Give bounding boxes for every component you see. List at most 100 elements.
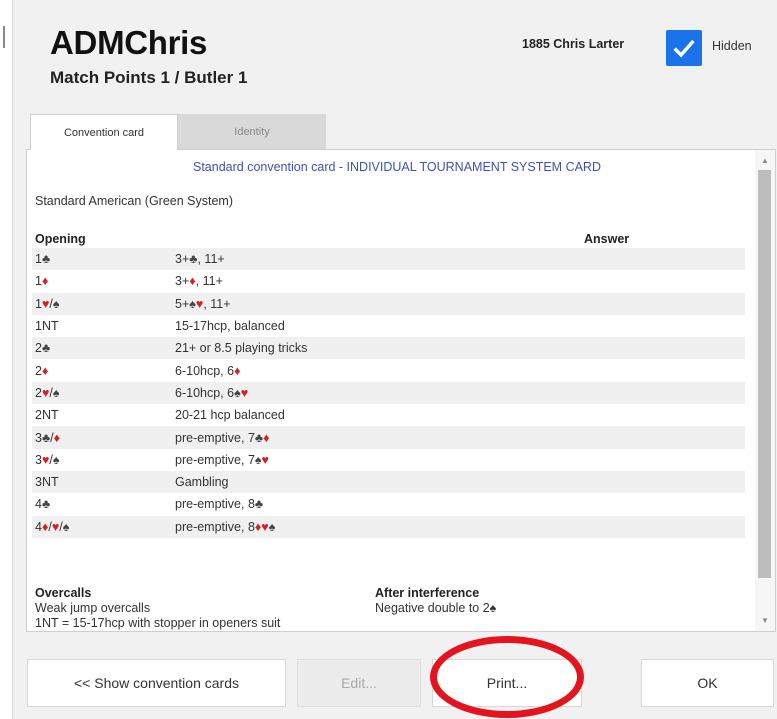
cell-text: 6-10hcp, 6 — [175, 385, 235, 400]
cell-text: pre-emptive, 8 — [175, 497, 255, 512]
cell-text: 3+ — [175, 274, 190, 289]
cell-text: pre-emptive, 7 — [175, 430, 255, 445]
description-cell: 15-17hcp, balanced — [175, 319, 285, 333]
table-row: 2♦ 6-10hcp, 6♦ — [32, 359, 745, 381]
suit-symbol: ♦ — [41, 363, 49, 378]
suit-symbol: ♠ — [52, 452, 60, 467]
cell-text: , 11+ — [197, 252, 225, 267]
card-heading: Standard convention card - INDIVIDUAL TO… — [192, 160, 601, 174]
cell-text: pre-emptive, 8 — [175, 519, 255, 534]
cell-text: 4 — [35, 519, 42, 534]
description-cell: 3+♣, 11+ — [175, 252, 225, 266]
column-header-answer: Answer — [584, 232, 630, 246]
edge-marker — [3, 26, 5, 48]
table-row: 3NT Gambling — [32, 470, 745, 494]
suit-symbol: ♦ — [53, 430, 61, 445]
cell-text: 6-10hcp, 6 — [175, 363, 235, 378]
ok-button[interactable]: OK — [641, 659, 774, 707]
cell-text: 5+ — [175, 296, 190, 311]
edit-button[interactable]: Edit... — [297, 659, 421, 707]
table-row: 2♥/♠ 6-10hcp, 6♠♥ — [32, 381, 745, 405]
suit-symbol: ♣ — [254, 430, 264, 445]
show-convention-cards-button[interactable]: << Show convention cards — [27, 659, 286, 707]
suit-symbol: ♠ — [52, 296, 60, 311]
scroll-up-arrow-icon[interactable]: ▲ — [755, 154, 775, 166]
scroll-down-arrow-icon[interactable]: ▼ — [755, 614, 775, 626]
interference-heading: After interference — [375, 586, 480, 600]
cell-text: 1 — [35, 252, 42, 267]
cell-text: 3 — [35, 452, 42, 467]
suit-symbol: ♣ — [41, 497, 51, 512]
tab-identity[interactable]: Identity — [178, 114, 326, 150]
table-row: 4♦/♥/♠ pre-emptive, 8♦♥♠ — [32, 515, 745, 538]
cell-text: 21+ or 8.5 playing tricks — [175, 341, 308, 356]
overcalls-line: Weak jump overcalls — [35, 601, 151, 615]
table-row: 3♣/♦ pre-emptive, 7♣♦ — [32, 426, 745, 449]
description-cell: 5+♠♥, 11+ — [175, 297, 231, 311]
description-cell: pre-emptive, 8♣ — [175, 497, 263, 511]
description-cell: pre-emptive, 7♣♦ — [175, 431, 270, 445]
suit-symbol: ♥ — [240, 385, 249, 400]
cell-text: 1NT — [35, 319, 59, 334]
opening-cell: 1NT — [35, 319, 59, 333]
opening-cell: 2♦ — [35, 364, 48, 378]
suit-symbol: ♠ — [254, 452, 262, 467]
opening-cell: 2♣ — [35, 341, 50, 355]
opening-cell: 4♣ — [35, 497, 50, 511]
cell-text: 1 — [35, 274, 42, 289]
scrollbar-thumb[interactable] — [758, 170, 771, 578]
description-cell: 6-10hcp, 6♦ — [175, 364, 240, 378]
hidden-label[interactable]: Hidden — [712, 39, 752, 53]
table-row: 1♣ 3+♣, 11+ — [32, 248, 745, 271]
opening-cell: 1♦ — [35, 274, 48, 288]
suit-symbol: ♥ — [261, 519, 269, 534]
table-row: 4♣ pre-emptive, 8♣ — [32, 493, 745, 515]
opening-cell: 1♣ — [35, 252, 50, 266]
description-cell: Gambling — [175, 475, 229, 489]
table-row: 1NT 15-17hcp, balanced — [32, 315, 745, 337]
cell-text: 2 — [35, 341, 42, 356]
cell-text: pre-emptive, 7 — [175, 452, 255, 467]
suit-symbol: ♣ — [41, 341, 51, 356]
opening-cell: 3♣/♦ — [35, 431, 60, 445]
convention-card-panel: Standard convention card - INDIVIDUAL TO… — [26, 149, 776, 632]
overcalls-line: 1NT = 15-17hcp with stopper in openers s… — [35, 616, 281, 630]
cell-text: 20-21 hcp balanced — [175, 408, 285, 423]
cell-text: 2 — [35, 385, 42, 400]
table-row: 1♦ 3+♦, 11+ — [32, 270, 745, 292]
opening-cell: 3NT — [35, 475, 59, 489]
cell-text: , 11+ — [203, 296, 231, 311]
cell-text: 4 — [35, 497, 42, 512]
interference-line: Negative double to 2♠ — [375, 601, 497, 615]
column-header-opening: Opening — [35, 232, 86, 246]
opening-table: 1♣ 3+♣, 11+ 1♦ 3+♦, 11+ 1♥/♠ 5+♠♥, 11+ 1NT 15-1… — [32, 248, 745, 538]
overcalls-heading: Overcalls — [35, 586, 92, 600]
cell-text: Gambling — [175, 475, 229, 490]
table-row: 1♥/♠ 5+♠♥, 11+ — [32, 292, 745, 315]
opening-cell: 1♥/♠ — [35, 297, 60, 311]
suit-symbol: ♣ — [254, 497, 264, 512]
checkmark-icon — [673, 39, 695, 58]
tab-convention-card[interactable]: Convention card — [30, 114, 178, 150]
cell-text: 2 — [35, 363, 42, 378]
opening-cell: 2♥/♠ — [35, 386, 60, 400]
suit-symbol: ♠ — [189, 296, 196, 311]
print-button[interactable]: Print... — [432, 659, 582, 707]
suit-symbol: ♦ — [41, 274, 49, 289]
suit-symbol: ♠ — [52, 385, 60, 400]
suit-symbol: ♠ — [234, 385, 241, 400]
cell-text: 1 — [35, 296, 42, 311]
hidden-checkbox[interactable] — [666, 30, 702, 66]
player-name: 1885 Chris Larter — [522, 37, 625, 51]
window-left-edge — [0, 0, 13, 719]
table-row: 2NT 20-21 hcp balanced — [32, 404, 745, 426]
suit-symbol: ♠ — [268, 519, 276, 534]
opening-cell: 2NT — [35, 408, 59, 422]
description-cell: pre-emptive, 7♠♥ — [175, 453, 269, 467]
table-row: 3♥/♠ pre-emptive, 7♠♥ — [32, 449, 745, 471]
description-cell: pre-emptive, 8♦♥♠ — [175, 520, 275, 534]
cell-text: 3NT — [35, 475, 59, 490]
description-cell: 3+♦, 11+ — [175, 274, 223, 288]
suit-symbol: ♣ — [41, 430, 51, 445]
page-subtitle: Match Points 1 / Butler 1 — [50, 68, 248, 87]
